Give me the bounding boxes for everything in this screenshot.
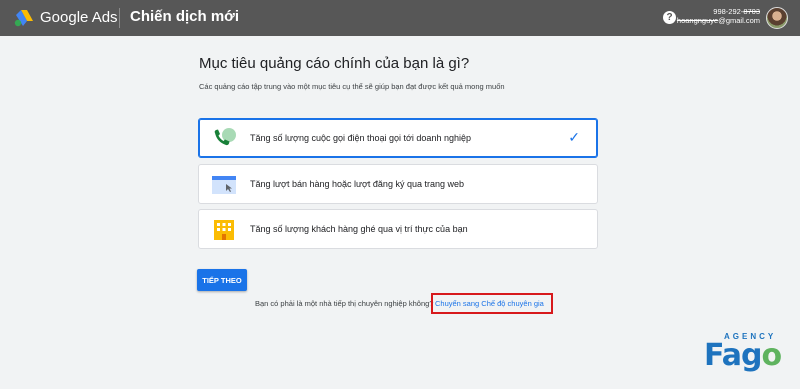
phone-call-icon	[214, 128, 236, 146]
page-heading: Mục tiêu quảng cáo chính của bạn là gì?	[199, 55, 470, 72]
agency-logo-part: Fag	[704, 338, 762, 373]
google-ads-logo-icon[interactable]	[14, 9, 34, 27]
goal-option-website-sales[interactable]: Tăng lượt bán hàng hoặc lượt đăng ký qua…	[198, 164, 598, 204]
goal-option-label: Tăng số lượng cuộc gọi điện thoại gọi tớ…	[250, 133, 471, 143]
goal-option-label: Tăng số lượng khách hàng ghé qua vị trí …	[250, 224, 468, 234]
brand-name: Google Ads	[40, 9, 118, 26]
account-email: @gmail.com	[718, 16, 760, 25]
account-phone: 998-292-	[713, 7, 744, 16]
expert-mode-link[interactable]: Chuyển sang Chế độ chuyên gia	[435, 299, 544, 308]
browser-window-icon	[212, 176, 236, 194]
checkmark-icon: ✓	[568, 129, 580, 145]
storefront-icon	[214, 220, 234, 240]
agency-logo-part-accent: o	[761, 338, 782, 373]
header-divider	[119, 8, 120, 28]
expert-question: Bạn có phải là một nhà tiếp thị chuyên n…	[255, 299, 434, 308]
account-email-redacted: hoangnguye	[676, 16, 719, 25]
page-subheading: Các quảng cáo tập trung vào một mục tiêu…	[199, 82, 505, 91]
avatar[interactable]	[766, 7, 788, 29]
goal-option-phone-calls[interactable]: Tăng số lượng cuộc gọi điện thoại gọi tớ…	[198, 118, 598, 158]
account-phone-redacted: 8703	[743, 7, 760, 16]
top-bar: Google Ads Chiến dịch mới ? 998-292-8703…	[0, 0, 800, 36]
goal-option-label: Tăng lượt bán hàng hoặc lượt đăng ký qua…	[250, 179, 464, 189]
account-info[interactable]: 998-292-8703 hoangnguye@gmail.com	[677, 7, 760, 25]
page-title: Chiến dịch mới	[130, 8, 240, 25]
goal-option-store-visits[interactable]: Tăng số lượng khách hàng ghé qua vị trí …	[198, 209, 598, 249]
agency-watermark-logo: Fago	[704, 338, 782, 373]
next-button[interactable]: TIẾP THEO	[197, 269, 247, 291]
help-icon[interactable]: ?	[663, 11, 676, 24]
